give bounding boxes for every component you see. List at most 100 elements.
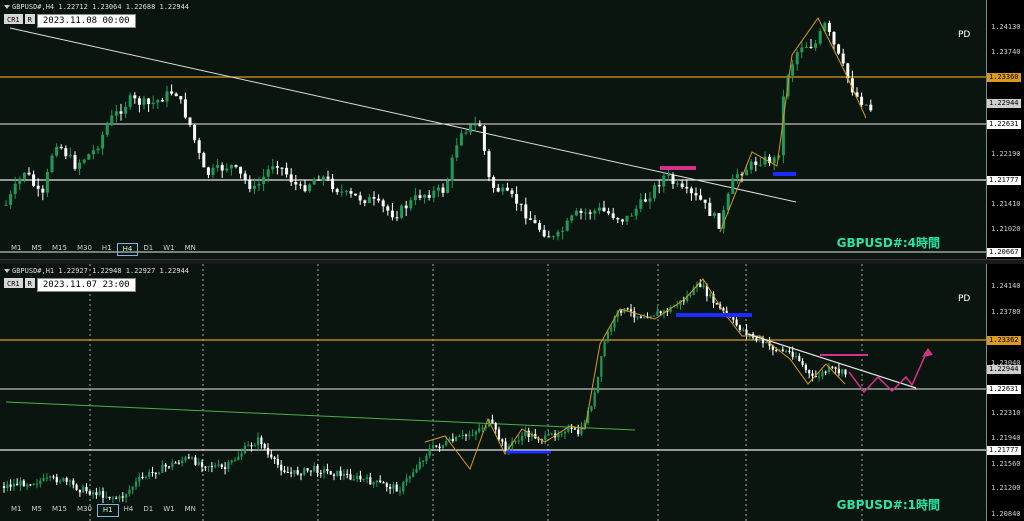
candle-bull [666, 175, 670, 177]
candle-bull [158, 472, 161, 475]
candle-bear [332, 474, 336, 476]
candle-bull [45, 171, 49, 193]
candle-bull [610, 327, 613, 332]
candle-bull [864, 104, 868, 106]
h4-chart-pane[interactable]: GBPUSD#,H4 1.22712 1.23064 1.22688 1.229… [0, 0, 1024, 260]
candle-bear [303, 185, 307, 192]
r-button[interactable]: R [24, 14, 35, 24]
candle-bear [738, 325, 741, 330]
candle-bear [626, 308, 629, 310]
candle-bull [804, 46, 808, 48]
timeframe-m1-button[interactable]: M1 [6, 243, 27, 254]
candle-bear [243, 173, 247, 180]
candle-bear [607, 211, 611, 214]
h4-price-axis[interactable]: 1.24130 1.23740 1.22190 1.21410 1.21020 1.233… [987, 0, 1024, 260]
timeframe-m1-button[interactable]: M1 [6, 504, 27, 515]
candle-bear [869, 104, 873, 111]
candle-bull [742, 329, 745, 331]
candle-bear [542, 229, 546, 237]
candle-bull [105, 496, 108, 498]
candle-bull [474, 431, 477, 435]
candle-bear [620, 219, 624, 222]
candle-bear [78, 489, 81, 493]
candle-bear [657, 185, 661, 187]
h1-price-axis[interactable]: 1.24140 1.23780 1.23040 1.22310 1.21940 1.215… [987, 264, 1024, 521]
h4-plot-area[interactable]: GBPUSD#,H4 1.22712 1.23064 1.22688 1.229… [0, 0, 987, 260]
candle-bull [111, 497, 114, 499]
r-button[interactable]: R [24, 278, 35, 288]
candle-bull [689, 294, 692, 296]
candle-bear [220, 165, 224, 171]
h1-plot-area[interactable]: GBPUSD#,H1 1.22927 1.22948 1.22927 1.229… [0, 264, 987, 521]
candle-bear [202, 152, 206, 168]
candle-bull [22, 172, 26, 179]
candle-bear [781, 349, 784, 352]
candle-bear [266, 448, 270, 455]
price-tick-label: 1.21200 [991, 484, 1021, 492]
timeframe-w1-button[interactable]: W1 [158, 243, 179, 254]
candle-bull [501, 187, 505, 192]
candle-bear [85, 486, 88, 492]
candle-bull [471, 434, 474, 436]
candle-bear [515, 194, 519, 204]
candle-bear [804, 364, 807, 371]
candle-bear [809, 46, 813, 48]
candle-bull [35, 483, 39, 485]
candle-bear [206, 167, 210, 175]
candle-bear [703, 199, 707, 203]
candle-bull [96, 148, 100, 151]
candle-bull [469, 124, 473, 133]
candle-bull [134, 481, 138, 487]
candle-bull [356, 475, 359, 480]
timeframe-mn-button[interactable]: MN [180, 504, 201, 515]
timeframe-m5-button[interactable]: M5 [27, 243, 48, 254]
timeframe-h1-button[interactable]: H1 [96, 504, 119, 517]
timeframe-m30-button[interactable]: M30 [72, 243, 97, 254]
candle-bear [659, 311, 662, 314]
candle-bull [606, 331, 609, 342]
timeframe-d1-button[interactable]: D1 [138, 243, 158, 254]
candle-bull [662, 175, 666, 187]
candle-bear [435, 445, 438, 447]
candle-bull [110, 115, 114, 126]
h4-cursor-box: CR1 R 2023.11.08 00:00 [4, 14, 136, 28]
collapse-triangle-icon[interactable] [4, 269, 10, 273]
candle-bear [2, 486, 6, 489]
h1-chart-pane[interactable]: GBPUSD#,H1 1.22927 1.22948 1.22927 1.229… [0, 264, 1024, 521]
candle-bear [248, 179, 252, 189]
candle-bear [147, 98, 151, 105]
h1-cursor-date: 2023.11.07 23:00 [36, 278, 136, 292]
timeframe-mn-button[interactable]: MN [180, 243, 201, 254]
timeframe-m30-button[interactable]: M30 [72, 504, 97, 515]
collapse-triangle-icon[interactable] [4, 5, 10, 9]
candle-bear [167, 466, 171, 468]
cr-button[interactable]: CR1 [4, 14, 23, 24]
candle-bear [154, 472, 157, 475]
candle-bull [603, 341, 606, 357]
candle-bear [754, 161, 758, 166]
timeframe-m5-button[interactable]: M5 [27, 504, 48, 515]
candle-bull [402, 482, 405, 492]
price-tag-grey: 1.22944 [987, 99, 1021, 108]
candle-bull [118, 496, 121, 499]
timeframe-h1-button[interactable]: H1 [97, 243, 117, 254]
candle-bear [379, 480, 382, 483]
timeframe-w1-button[interactable]: W1 [158, 504, 179, 515]
cr-button[interactable]: CR1 [4, 278, 23, 288]
candle-bear [694, 193, 698, 196]
candle-bear [385, 483, 388, 487]
candle-bull [593, 392, 596, 407]
candle-bull [565, 220, 569, 231]
candle-bull [362, 478, 365, 480]
timeframe-m15-button[interactable]: M15 [47, 504, 72, 515]
timeframe-h4-button[interactable]: H4 [116, 243, 139, 256]
candle-bear [685, 187, 689, 189]
candle-bull [257, 437, 260, 446]
candle-bull [413, 195, 417, 201]
timeframe-m15-button[interactable]: M15 [47, 243, 72, 254]
timeframe-d1-button[interactable]: D1 [138, 504, 158, 515]
candle-bear [438, 446, 441, 448]
candle-bear [250, 445, 253, 447]
timeframe-h4-button[interactable]: H4 [119, 504, 139, 515]
candle-bear [9, 484, 12, 487]
